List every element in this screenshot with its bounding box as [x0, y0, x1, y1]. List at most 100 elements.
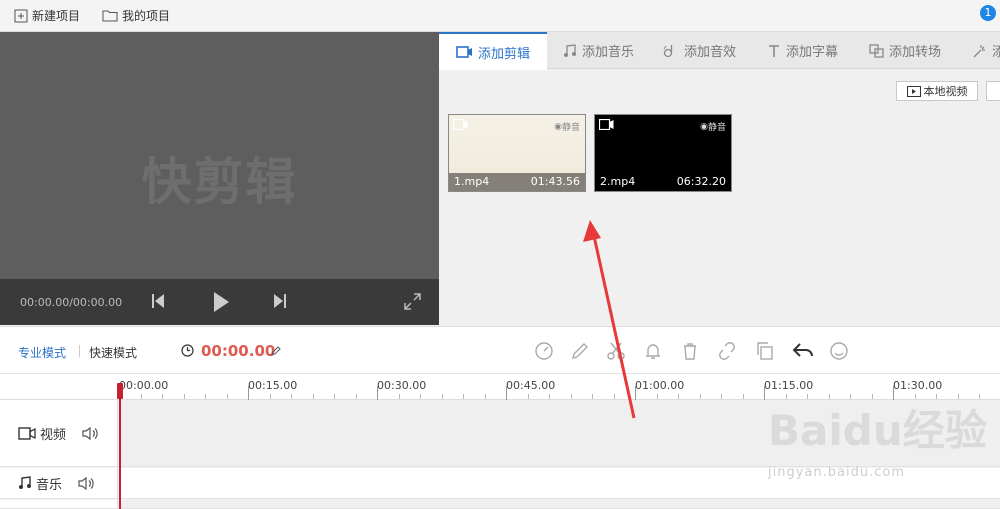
- scissors-icon[interactable]: [606, 341, 626, 361]
- my-projects-button[interactable]: 我的项目: [102, 7, 170, 24]
- tab-add-effect[interactable]: 添: [972, 32, 1000, 69]
- ruler-major-tick: [506, 386, 507, 400]
- ruler-minor-tick: [463, 394, 464, 399]
- mute-label: 静音: [561, 123, 580, 133]
- top-bar: 新建项目 我的项目 1: [0, 0, 1000, 32]
- ruler-major-tick: [248, 386, 249, 400]
- new-project-button[interactable]: 新建项目: [14, 7, 80, 24]
- video-track-header: 视频: [0, 400, 118, 466]
- tab-add-clip[interactable]: 添加剪辑: [439, 32, 548, 70]
- ruler-minor-tick: [613, 394, 615, 399]
- ruler-minor-tick: [140, 394, 142, 399]
- extra-track-header: [0, 500, 118, 508]
- clock-icon: [181, 344, 194, 357]
- more-import-button[interactable]: [986, 81, 1000, 101]
- text-t-icon: [769, 44, 779, 57]
- play-icon[interactable]: [212, 291, 230, 313]
- tab-add-subtitle-label: 添加字幕: [786, 45, 839, 60]
- speaker-icon[interactable]: [78, 476, 94, 490]
- sound-effect-icon: [663, 44, 673, 57]
- ruler-minor-tick: [269, 394, 271, 399]
- ruler-major-tick: [635, 386, 636, 400]
- playback-time: 00:00.00/00:00.00: [20, 296, 123, 309]
- tab-add-music[interactable]: 添加音乐: [563, 32, 634, 69]
- tab-add-subtitle[interactable]: 添加字幕: [767, 32, 838, 69]
- playhead[interactable]: [119, 383, 121, 509]
- timeline-timecode: 00:00.00: [201, 342, 276, 360]
- notification-badge[interactable]: 1: [980, 5, 996, 21]
- ruler-minor-tick: [527, 394, 529, 399]
- local-video-button[interactable]: 本地视频: [896, 81, 978, 101]
- clip-name: 1.mp4: [454, 175, 490, 188]
- next-frame-icon[interactable]: [273, 292, 287, 310]
- baidu-watermark-url: jingyan.baidu.com: [768, 465, 905, 480]
- ruler-minor-tick: [355, 394, 357, 399]
- edit-time-icon[interactable]: [271, 346, 281, 356]
- extra-track: [0, 500, 1000, 509]
- music-note-icon: [19, 476, 31, 489]
- ruler-minor-tick: [699, 394, 701, 399]
- tab-add-sfx[interactable]: 添加音效: [663, 32, 736, 69]
- mute-label: 静音: [707, 123, 726, 133]
- video-camera-icon: [453, 119, 468, 130]
- tab-add-transition-label: 添加转场: [889, 45, 942, 60]
- ruler-minor-tick: [441, 394, 443, 399]
- tab-add-effect-label: 添: [992, 45, 1000, 60]
- preview-watermark: 快剪辑: [141, 153, 298, 211]
- local-video-label: 本地视频: [923, 85, 968, 98]
- trash-icon[interactable]: [680, 341, 700, 361]
- ruler-major-tick: [764, 386, 765, 400]
- mute-toggle[interactable]: ◉ 静音: [700, 120, 726, 134]
- clip-duration: 01:43.56: [530, 175, 580, 188]
- clip-thumbnail-2[interactable]: ◉ 静音 2.mp4 06:32.20: [594, 114, 732, 192]
- play-box-icon: [906, 85, 921, 97]
- plus-box-icon: [14, 9, 28, 22]
- ruler-minor-tick: [205, 394, 206, 399]
- playback-controls: 00:00.00/00:00.00: [0, 279, 439, 325]
- clip-thumbnail-1[interactable]: ◉ 静音 1.mp4 01:43.56: [448, 114, 586, 192]
- ruler-minor-tick: [484, 394, 486, 399]
- copy-icon[interactable]: [755, 341, 775, 361]
- fast-mode-button[interactable]: 快速模式: [89, 344, 137, 361]
- fullscreen-icon[interactable]: [404, 293, 421, 310]
- video-preview: 快剪辑 00:00.00/00:00.00: [0, 32, 439, 325]
- mute-toggle[interactable]: ◉ 静音: [554, 120, 580, 134]
- bell-icon[interactable]: [643, 341, 663, 361]
- ruler-label: 00:30.00: [377, 379, 427, 392]
- clip-name: 2.mp4: [600, 175, 636, 188]
- ruler-label: 00:45.00: [506, 379, 556, 392]
- magic-wand-icon: [973, 44, 985, 57]
- unlink-icon[interactable]: [717, 341, 737, 361]
- video-camera-icon: [456, 46, 472, 58]
- music-track-label: 音乐: [36, 477, 63, 493]
- ruler-minor-tick: [334, 394, 335, 399]
- ruler-label: 00:15.00: [248, 379, 298, 392]
- ruler-minor-tick: [742, 394, 744, 399]
- speaker-icon[interactable]: [82, 426, 98, 440]
- ruler-minor-tick: [312, 394, 314, 399]
- tab-add-clip-label: 添加剪辑: [478, 46, 531, 62]
- ruler-minor-tick: [162, 394, 163, 399]
- ruler-minor-tick: [226, 394, 228, 399]
- timeline-toolbar: 专业模式 快速模式 00:00.00: [0, 326, 1000, 374]
- tab-add-transition[interactable]: 添加转场: [869, 32, 941, 69]
- extra-track-area[interactable]: [119, 500, 1000, 508]
- clip-duration: 06:32.20: [676, 175, 726, 188]
- pro-mode-button[interactable]: 专业模式: [18, 344, 66, 361]
- ruler-minor-tick: [721, 394, 722, 399]
- previous-frame-icon[interactable]: [151, 292, 165, 310]
- undo-icon[interactable]: [792, 341, 814, 361]
- ruler-minor-tick: [291, 394, 292, 399]
- smile-icon[interactable]: [829, 341, 849, 361]
- edit-pencil-icon[interactable]: [570, 341, 590, 361]
- ruler-label: 01:15.00: [764, 379, 814, 392]
- ruler-minor-tick: [420, 394, 421, 399]
- music-note-icon: [564, 43, 576, 57]
- tab-add-sfx-label: 添加音效: [684, 45, 737, 60]
- ruler-minor-tick: [678, 394, 679, 399]
- new-project-label: 新建项目: [32, 9, 81, 23]
- folder-icon: [102, 10, 118, 22]
- ruler-minor-tick: [570, 394, 572, 399]
- speed-icon[interactable]: [534, 341, 554, 361]
- my-projects-label: 我的项目: [122, 9, 171, 23]
